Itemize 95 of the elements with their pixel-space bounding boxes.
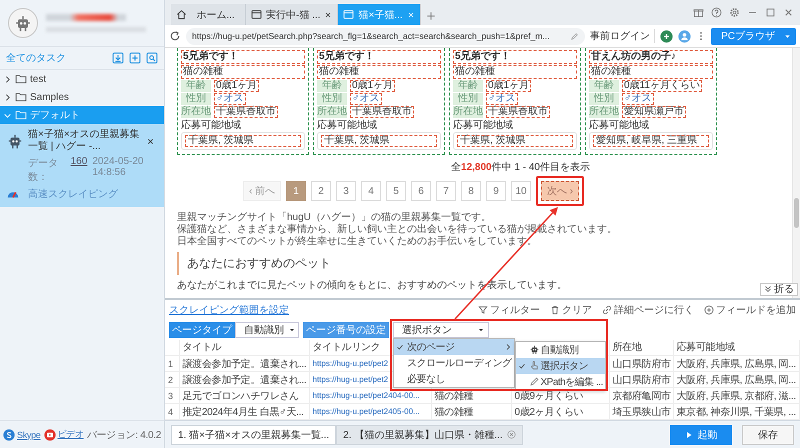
area-label: 応募可能地域 <box>589 120 650 132</box>
page-type-select[interactable]: 自動識別 <box>235 322 299 338</box>
breed-text: 猫の雑種 <box>589 65 713 79</box>
url-field[interactable]: https://hug-u.pet/petSearch.php?search_flg=1&search_act=search&search_push=1&pref_m... <box>186 28 586 44</box>
version-text: バージョン: 4.0.2 <box>86 428 161 442</box>
task-tab[interactable]: 1. 猫×子猫×オスの里親募集一覧... <box>171 424 336 444</box>
task-card[interactable]: 猫×子猫×オスの里親募集一覧 | ハグー -... データ数： 160 2024-05-20 14:8:56 高速スクレイピング <box>0 124 164 207</box>
tool-button[interactable]: クリア <box>550 302 592 316</box>
footer-link[interactable]: ビデオ <box>44 428 84 441</box>
card-title: 5兄弟です！ <box>181 50 305 64</box>
field-label: 所在地 <box>453 106 483 118</box>
menu-item[interactable]: XPathを編集 ... <box>516 374 605 390</box>
table-cell: 山口県防府市 <box>609 356 673 372</box>
field-value: ♂オス <box>486 93 518 105</box>
table-cell: 猫の雑種 <box>431 388 511 404</box>
table-cell: 譲渡会参加予定。遺棄され... <box>179 372 309 388</box>
scope-link[interactable]: スクレイピング範囲を設定 <box>169 302 289 316</box>
page-button[interactable]: 5 <box>386 181 406 201</box>
page-button[interactable]: 10 <box>511 181 531 201</box>
table-cell: 大阪府, 兵庫県, 広島県, 岡... <box>673 356 800 372</box>
section-title: 全てのタスク <box>6 52 66 65</box>
browser-tab[interactable]: 実行中-猫 ... <box>246 4 338 25</box>
row-number: 1 <box>165 356 179 372</box>
row-number: 3 <box>165 388 179 404</box>
column-header: 所在地 <box>609 340 673 356</box>
field-value: ♂オス <box>350 93 382 105</box>
menu-item[interactable]: 必要なし <box>394 370 514 386</box>
page-button[interactable]: 3 <box>336 181 356 201</box>
login-button[interactable]: 事前ログイン <box>590 29 656 43</box>
column-header: 応募可能地域 <box>673 340 800 356</box>
table-cell: 京都府亀岡市 <box>609 388 673 404</box>
area-label: 応募可能地域 <box>317 120 378 132</box>
table-cell: 大阪府, 兵庫県, 広島県, 岡... <box>673 372 800 388</box>
task-date: 2024-05-20 14:8:56 <box>92 156 144 180</box>
area-label: 応募可能地域 <box>453 120 514 132</box>
description-line: 里親マッチングサイト「hugU（ハグー）」の猫の里親募集一覧です。 <box>177 212 492 224</box>
card-title: 5兄弟です！ <box>453 50 577 64</box>
table-cell: 山口県防府市 <box>609 372 673 388</box>
tree-item[interactable]: test <box>0 70 164 88</box>
breed-text: 猫の雑種 <box>181 65 305 79</box>
table-cell: 0歳9ヶ月くらい <box>511 388 609 404</box>
field-label: 所在地 <box>317 106 347 118</box>
task-title: 猫×子猫×オスの里親募集一覧 | ハグー -... <box>28 129 141 153</box>
field-label: 年齢 <box>453 80 483 92</box>
field-value: ♂オス <box>214 93 246 105</box>
page-button[interactable]: 8 <box>461 181 481 201</box>
field-label: 年齢 <box>181 80 211 92</box>
breed-text: 猫の雑種 <box>317 65 441 79</box>
description-line: 日本全国すべてのペットが終生幸せに生きていくためのお手伝いをしています。 <box>177 236 538 248</box>
page-button[interactable]: 4 <box>361 181 381 201</box>
browser-tab[interactable]: ホーム... <box>171 4 246 25</box>
table-cell: 大阪府, 兵庫県, 京都府, 滋... <box>673 388 800 404</box>
section-heading: あなたにおすすめのペット <box>177 252 331 275</box>
browser-button[interactable]: PCブラウザ <box>711 28 796 44</box>
field-label: 所在地 <box>589 106 619 118</box>
table-cell: 足元でゴロンハチワレさん <box>179 388 309 404</box>
menu-item[interactable]: 自動識別 <box>516 342 605 358</box>
menu-item[interactable]: 次のページ <box>394 338 514 354</box>
save-button[interactable]: 保存 <box>742 424 794 444</box>
page-type-label: ページタイプ <box>169 322 235 338</box>
pager-select[interactable]: 選択ボタン <box>393 322 489 338</box>
tree-item[interactable]: Samples <box>0 88 164 106</box>
field-label: 所在地 <box>181 106 211 118</box>
field-label: 年齢 <box>317 80 347 92</box>
column-header: タイトル <box>179 340 309 356</box>
card-title: 甘えん坊の男の子♪ <box>589 50 713 64</box>
page-button[interactable]: 7 <box>436 181 456 201</box>
row-number: 2 <box>165 372 179 388</box>
field-label: 年齢 <box>589 80 619 92</box>
start-button[interactable]: 起動 <box>670 424 732 444</box>
table-cell: 譲渡会参加予定。遺棄され... <box>179 356 309 372</box>
collapse-button[interactable]: 折る <box>760 282 798 296</box>
page-button[interactable]: 2 <box>311 181 331 201</box>
footer-link[interactable]: Skype <box>3 428 41 440</box>
page-button[interactable]: 6 <box>411 181 431 201</box>
tool-button[interactable]: フィルター <box>478 302 540 316</box>
scraping-mode: 高速スクレイピング <box>28 188 119 201</box>
data-count-link[interactable]: 160 <box>70 156 88 184</box>
menu-item[interactable]: スクロールローディング <box>394 354 514 370</box>
area-label: 応募可能地域 <box>181 120 242 132</box>
tool-button[interactable]: 詳細ページに行く <box>602 302 694 316</box>
table-cell: https://hug-u.pet/pet2404-00... <box>309 388 431 404</box>
card-title: 5兄弟です！ <box>317 50 441 64</box>
field-label: 性別 <box>317 93 347 105</box>
result-count: 全12,800件中 1 - 40件目を表示 <box>451 160 590 174</box>
field-label: 性別 <box>181 93 211 105</box>
breed-text: 猫の雑種 <box>453 65 577 79</box>
field-label: 性別 <box>589 93 619 105</box>
tool-button[interactable]: フィールドを追加 <box>704 302 796 316</box>
task-tab[interactable]: 2. 【猫の里親募集】山口県・雑種... <box>336 424 523 444</box>
field-value: ♂オス <box>622 93 654 105</box>
data-count-label: データ数： <box>28 157 59 184</box>
field-label: 性別 <box>453 93 483 105</box>
page-button[interactable]: 9 <box>486 181 506 201</box>
menu-item[interactable]: 選択ボタン <box>516 358 605 374</box>
